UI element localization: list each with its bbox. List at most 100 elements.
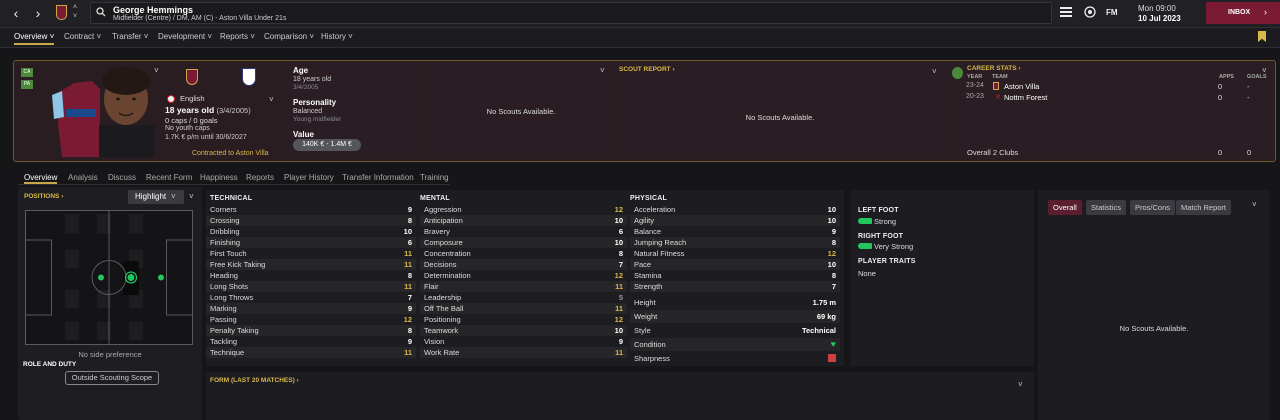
attr-row[interactable]: Pace 10 — [630, 259, 840, 270]
youth-caps: No youth caps — [165, 125, 210, 132]
attr-row[interactable]: Vision 9 — [420, 336, 627, 347]
potential-badge[interactable]: PA — [21, 80, 33, 89]
tab-analysis[interactable]: Analysis — [68, 173, 98, 182]
scout-report-dropdown-icon[interactable]: ˅ — [932, 67, 937, 76]
menu-transfer[interactable]: Transfer ˅ — [112, 32, 148, 41]
attr-row[interactable]: Free Kick Taking 11 — [206, 259, 416, 270]
career-stats-link[interactable]: CAREER STATS › — [967, 65, 1021, 72]
scout-report-link[interactable]: SCOUT REPORT › — [619, 66, 675, 73]
attr-row[interactable]: Jumping Reach 8 — [630, 237, 840, 248]
chevron-updown-icon[interactable]: ˄ ˅ — [73, 3, 77, 21]
right-panel-dropdown-icon[interactable]: ˅ — [1252, 200, 1257, 209]
tab-happiness[interactable]: Happiness — [200, 173, 238, 182]
attr-row[interactable]: Long Throws 7 — [206, 292, 416, 303]
positions-link[interactable]: POSITIONS › — [24, 193, 63, 200]
attr-row[interactable]: Positioning 12 — [420, 314, 627, 325]
attr-row[interactable]: Passing 12 — [206, 314, 416, 325]
tab-overview[interactable]: Overview — [24, 173, 58, 184]
attr-row[interactable]: Off The Ball 11 — [420, 303, 627, 314]
pitch[interactable] — [25, 210, 193, 345]
england-crest-icon[interactable] — [242, 68, 256, 86]
club-crest-icon[interactable] — [186, 69, 198, 85]
scouts-dropdown-icon[interactable]: ˅ — [600, 66, 605, 75]
attr-row[interactable]: Work Rate 11 — [420, 347, 627, 358]
attr-row[interactable]: Determination 12 — [420, 270, 627, 281]
attr-row[interactable]: Leadership 5 — [420, 292, 627, 303]
chip-match-report[interactable]: Match Report — [1176, 200, 1232, 215]
profile-tabs: Overview Analysis Discuss Recent Form Ha… — [18, 171, 450, 185]
menu-development[interactable]: Development ˅ — [158, 32, 212, 41]
attr-row[interactable]: Corners 9 — [206, 204, 416, 215]
bookmark-icon[interactable] — [1258, 31, 1266, 42]
no-scouts-text-2: No Scouts Available. — [745, 113, 815, 122]
chip-overall[interactable]: Overall — [1048, 200, 1082, 215]
ability-badge[interactable]: CA — [21, 68, 33, 77]
tab-transfer-information[interactable]: Transfer Information — [342, 173, 414, 182]
attr-row[interactable]: First Touch 11 — [206, 248, 416, 259]
attr-row[interactable]: Bravery 6 — [420, 226, 627, 237]
inbox-button[interactable]: INBOX › — [1206, 2, 1280, 24]
menu-contract[interactable]: Contract ˅ — [64, 32, 101, 41]
sharpness-icon — [828, 354, 836, 362]
player-photo[interactable] — [44, 65, 162, 157]
career-team[interactable]: Aston Villa — [1004, 82, 1039, 91]
attr-row[interactable]: Technique 11 — [206, 347, 416, 358]
search-icon[interactable] — [96, 7, 106, 17]
attr-row[interactable]: Natural Fitness 12 — [630, 248, 840, 259]
no-scouts-text: No Scouts Available. — [486, 107, 556, 116]
attr-row[interactable]: Marking 9 — [206, 303, 416, 314]
photo-dropdown-icon[interactable]: ˅ — [154, 66, 159, 75]
tab-player-history[interactable]: Player History — [284, 173, 334, 182]
positions-dropdown-icon[interactable]: ˅ — [189, 192, 194, 201]
contract-note[interactable]: Contracted to Aston Villa — [192, 150, 269, 157]
attr-row[interactable]: Acceleration 10 — [630, 204, 840, 215]
attr-row[interactable]: Strength 7 — [630, 281, 840, 292]
tab-training[interactable]: Training — [420, 173, 449, 182]
highlight-dropdown[interactable]: Highlight ˅ — [128, 190, 184, 204]
attr-row[interactable]: Composure 10 — [420, 237, 627, 248]
back-icon[interactable]: ‹ — [8, 5, 24, 21]
tab-reports[interactable]: Reports — [246, 173, 274, 182]
attr-row[interactable]: Heading 8 — [206, 270, 416, 281]
form-link[interactable]: FORM (LAST 20 MATCHES) › — [210, 377, 299, 384]
attr-row[interactable]: Stamina 8 — [630, 270, 840, 281]
menu-history[interactable]: History ˅ — [321, 32, 353, 41]
chip-statistics[interactable]: Statistics — [1086, 200, 1127, 215]
attr-row[interactable]: Balance 9 — [630, 226, 840, 237]
attr-row[interactable]: Teamwork 10 — [420, 325, 627, 336]
form-panel: FORM (LAST 20 MATCHES) › ˅ — [206, 372, 1034, 420]
attr-row[interactable]: Anticipation 10 — [420, 215, 627, 226]
fm-logo[interactable]: FM — [1106, 8, 1118, 17]
nationality-dropdown-icon[interactable]: ˅ — [269, 95, 274, 104]
attr-row[interactable]: Crossing 8 — [206, 215, 416, 226]
attr-row[interactable]: Concentration 8 — [420, 248, 627, 259]
attr-row[interactable]: Long Shots 11 — [206, 281, 416, 292]
attr-row[interactable]: Finishing 6 — [206, 237, 416, 248]
attr-row[interactable]: Tackling 9 — [206, 336, 416, 347]
career-team[interactable]: Nottm Forest — [1004, 93, 1047, 102]
search-bar[interactable]: George Hemmings Midfielder (Centre) / DM… — [90, 2, 1052, 24]
menu-icon[interactable] — [1060, 7, 1072, 17]
club-crest-icon[interactable] — [56, 5, 67, 20]
value-pill[interactable]: 140K € - 1.4M € — [293, 139, 361, 151]
form-dropdown-icon[interactable]: ˅ — [1018, 380, 1023, 389]
menu-reports[interactable]: Reports ˅ — [220, 32, 255, 41]
chip-pros-cons[interactable]: Pros/Cons — [1130, 200, 1176, 215]
attr-row[interactable]: Flair 11 — [420, 281, 627, 292]
ball-icon[interactable] — [1084, 6, 1096, 18]
career-apps: 0 — [1218, 82, 1223, 91]
mental-title: MENTAL — [420, 195, 450, 202]
menu-overview[interactable]: Overview ˅ — [14, 32, 55, 45]
attributes-panel: TECHNICAL MENTAL PHYSICAL Corners 9 Cross… — [206, 190, 844, 366]
attr-row[interactable]: Aggression 12 — [420, 204, 627, 215]
scouting-scope-button[interactable]: Outside Scouting Scope — [65, 371, 159, 385]
tab-discuss[interactable]: Discuss — [108, 173, 136, 182]
tab-recent-form[interactable]: Recent Form — [146, 173, 192, 182]
attr-row[interactable]: Agility 10 — [630, 215, 840, 226]
attr-row[interactable]: Decisions 7 — [420, 259, 627, 270]
attr-row[interactable]: Penalty Taking 8 — [206, 325, 416, 336]
attr-row[interactable]: Dribbling 10 — [206, 226, 416, 237]
forward-icon[interactable]: › — [30, 5, 46, 21]
style-row: Style Technical — [634, 326, 836, 335]
menu-comparison[interactable]: Comparison ˅ — [264, 32, 314, 41]
